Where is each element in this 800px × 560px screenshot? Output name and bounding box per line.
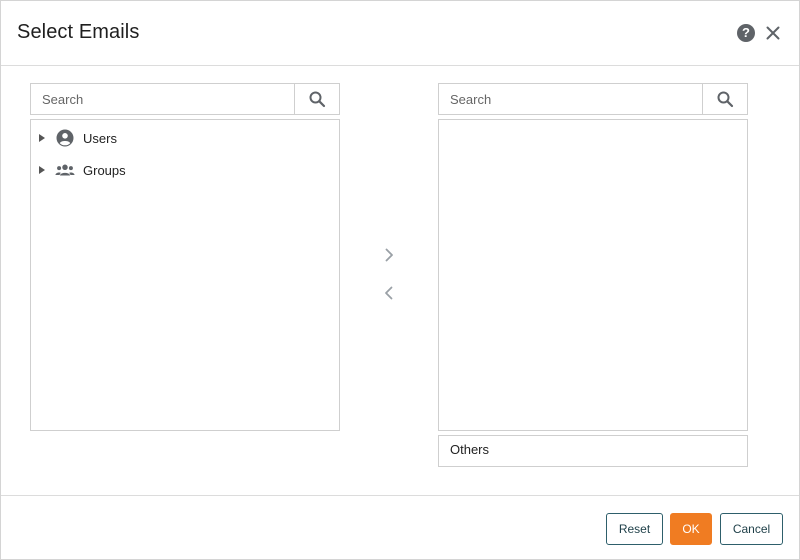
search-icon (309, 91, 326, 108)
tree-item-label: Users (83, 130, 117, 146)
left-search-input[interactable] (31, 84, 294, 114)
move-left-button[interactable] (381, 285, 397, 301)
move-right-button[interactable] (381, 247, 397, 263)
close-icon[interactable] (765, 25, 781, 41)
expand-caret-icon[interactable] (39, 134, 45, 142)
cancel-button[interactable]: Cancel (720, 513, 783, 545)
user-circle-icon (55, 129, 75, 147)
left-search-box (30, 83, 340, 115)
right-search-button[interactable] (702, 84, 747, 114)
others-field[interactable]: Others (438, 435, 748, 467)
tree-item-groups[interactable]: Groups (39, 159, 126, 181)
selected-list[interactable] (438, 119, 748, 431)
help-icon[interactable]: ? (737, 24, 755, 42)
select-emails-dialog: Select Emails ? Search Users Groups Sear… (0, 0, 800, 560)
tree-item-users[interactable]: Users (39, 127, 117, 149)
search-icon (717, 91, 734, 108)
right-search-box (438, 83, 748, 115)
group-icon (55, 161, 75, 179)
chevron-right-icon (385, 248, 393, 262)
right-search-input[interactable] (439, 84, 702, 114)
expand-caret-icon[interactable] (39, 166, 45, 174)
ok-button[interactable]: OK (670, 513, 712, 545)
left-search-button[interactable] (294, 84, 339, 114)
tree-item-label: Groups (83, 162, 126, 178)
dialog-header: Select Emails ? (1, 1, 799, 66)
dialog-footer: Reset OK Cancel (1, 495, 799, 559)
reset-button[interactable]: Reset (606, 513, 663, 545)
chevron-left-icon (385, 286, 393, 300)
available-list[interactable]: Users Groups (30, 119, 340, 431)
dialog-title: Select Emails (17, 21, 140, 43)
